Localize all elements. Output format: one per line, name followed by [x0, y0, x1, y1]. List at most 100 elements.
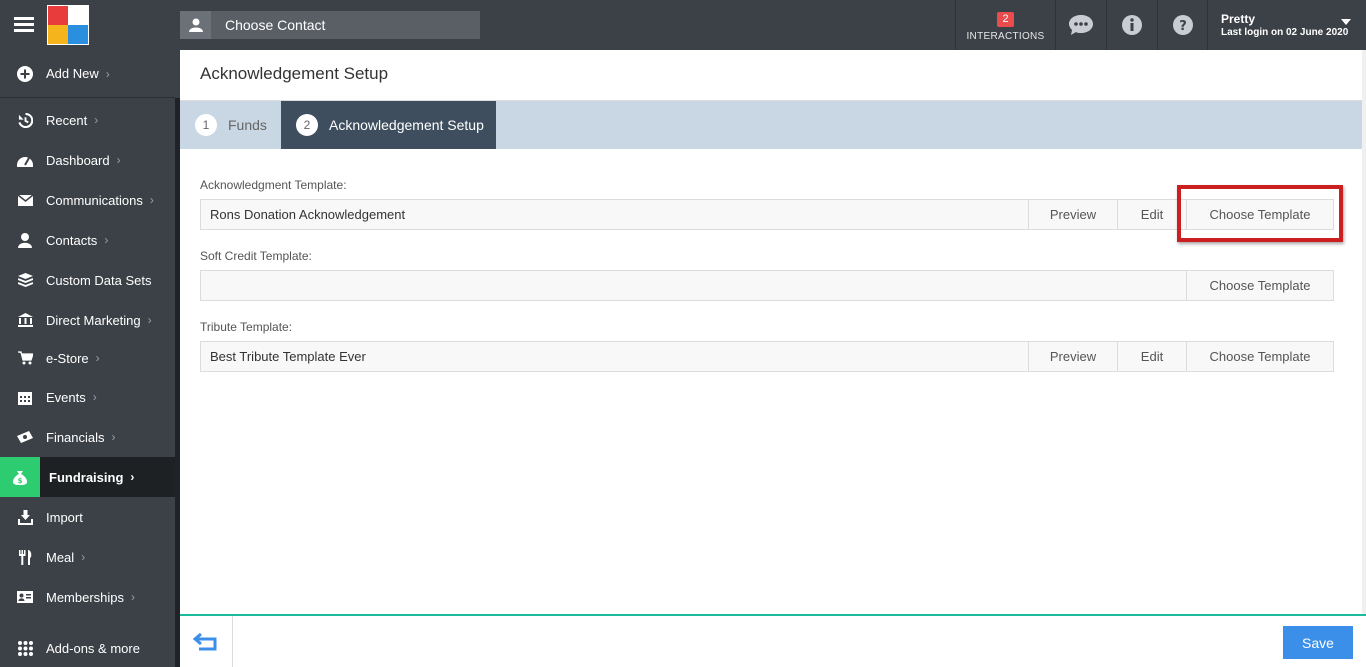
svg-text:?: ?	[1179, 19, 1187, 34]
tribute-template-field: Best Tribute Template Ever Preview Edit …	[200, 341, 1334, 372]
edit-button[interactable]: Edit	[1117, 342, 1186, 371]
user-name: Pretty	[1221, 12, 1256, 26]
sidebar-item-label: e-Store	[46, 350, 89, 366]
acknowledgment-template-label: Acknowledgment Template:	[200, 178, 347, 192]
chevron-right-icon: ›	[149, 193, 154, 207]
chevron-right-icon: ›	[105, 66, 110, 81]
chevron-right-icon: ›	[131, 590, 136, 604]
choose-contact-search[interactable]: Choose Contact	[180, 11, 480, 39]
user-menu[interactable]: Pretty Last login on 02 June 2020	[1207, 0, 1366, 50]
svg-text:$: $	[18, 477, 23, 485]
sidebar-item-label: Events	[46, 389, 86, 405]
soft-credit-template-label: Soft Credit Template:	[200, 249, 312, 263]
wizard-tabs: 1 Funds 2 Acknowledgement Setup	[180, 101, 1366, 149]
hamburger-menu-icon[interactable]	[14, 17, 34, 33]
app-logo[interactable]	[47, 5, 89, 45]
main-scrollbar[interactable]	[1362, 50, 1366, 614]
choose-template-button[interactable]: Choose Template	[1186, 200, 1333, 229]
money-icon	[17, 429, 33, 445]
acknowledgment-template-value[interactable]: Rons Donation Acknowledgement	[201, 200, 1028, 229]
help-button[interactable]: ?	[1157, 0, 1207, 50]
interactions-count-badge: 2	[997, 12, 1014, 27]
sidebar-item-label: Add-ons & more	[46, 640, 140, 656]
sidebar-item-meal[interactable]: Meal ›	[0, 537, 175, 577]
save-button[interactable]: Save	[1283, 626, 1353, 659]
tribute-template-label: Tribute Template:	[200, 320, 293, 334]
chevron-right-icon: ›	[147, 313, 152, 327]
tab-acknowledgement-setup[interactable]: 2 Acknowledgement Setup	[281, 101, 496, 149]
sidebar-item-communications[interactable]: Communications ›	[0, 180, 175, 220]
sidebar-item-fundraising[interactable]: $ Fundraising ›	[0, 457, 175, 497]
chevron-right-icon: ›	[111, 430, 116, 444]
tab-step-number: 1	[195, 114, 217, 136]
bank-icon	[17, 312, 33, 328]
chevron-right-icon: ›	[95, 351, 100, 365]
edit-button[interactable]: Edit	[1117, 200, 1186, 229]
sidebar-scrollbar[interactable]	[175, 98, 180, 667]
sidebar-item-label: Dashboard	[46, 152, 110, 168]
sidebar-item-events[interactable]: Events ›	[0, 377, 175, 417]
soft-credit-template-value[interactable]	[201, 271, 1186, 300]
money-bag-icon: $	[0, 457, 40, 497]
acknowledgment-template-field: Rons Donation Acknowledgement Preview Ed…	[200, 199, 1334, 230]
sidebar-add-new-label: Add New	[46, 66, 99, 81]
sidebar-item-financials[interactable]: Financials ›	[0, 417, 175, 457]
cutlery-icon	[17, 549, 33, 565]
back-button[interactable]	[180, 616, 233, 667]
tab-funds[interactable]: 1 Funds	[195, 101, 267, 149]
user-icon	[180, 11, 211, 39]
sidebar-item-contacts[interactable]: Contacts ›	[0, 220, 175, 260]
sidebar: Add New › Recent › Dashboard › Communicatio…	[0, 50, 180, 667]
envelope-icon	[17, 192, 33, 208]
sidebar-item-direct-marketing[interactable]: Direct Marketing ›	[0, 300, 175, 340]
cart-icon	[17, 350, 33, 366]
user-icon	[17, 232, 33, 248]
preview-button[interactable]: Preview	[1028, 200, 1117, 229]
sidebar-item-memberships[interactable]: Memberships ›	[0, 577, 175, 617]
soft-credit-template-field: Choose Template	[200, 270, 1334, 301]
sidebar-item-e-store[interactable]: e-Store ›	[0, 338, 175, 378]
chevron-right-icon: ›	[81, 550, 86, 564]
id-card-icon	[17, 589, 33, 605]
sidebar-item-label: Import	[46, 509, 83, 525]
chevron-right-icon: ›	[104, 233, 109, 247]
sidebar-item-recent[interactable]: Recent ›	[0, 100, 175, 140]
info-button[interactable]	[1106, 0, 1157, 50]
sidebar-item-dashboard[interactable]: Dashboard ›	[0, 140, 175, 180]
tab-step-number: 2	[296, 114, 318, 136]
history-icon	[17, 112, 33, 128]
chevron-right-icon: ›	[94, 113, 99, 127]
footer-bar: Save	[180, 616, 1366, 667]
sidebar-item-label: Financials	[46, 429, 105, 445]
sidebar-item-label: Fundraising	[49, 469, 124, 485]
choose-template-button[interactable]: Choose Template	[1186, 342, 1333, 371]
sidebar-item-import[interactable]: Import	[0, 497, 175, 537]
tribute-template-value[interactable]: Best Tribute Template Ever	[201, 342, 1028, 371]
interactions-button[interactable]: 2 INTERACTIONS	[955, 0, 1055, 50]
sidebar-item-custom-data-sets[interactable]: Custom Data Sets	[0, 260, 175, 300]
sidebar-item-add-ons[interactable]: Add-ons & more	[0, 628, 175, 667]
sidebar-item-label: Contacts	[46, 232, 98, 248]
sidebar-item-label: Custom Data Sets	[46, 272, 152, 288]
interactions-label: INTERACTIONS	[966, 31, 1045, 42]
grid-icon	[17, 640, 33, 656]
chevron-right-icon: ›	[130, 470, 135, 484]
sidebar-item-label: Meal	[46, 549, 75, 565]
preview-button[interactable]: Preview	[1028, 342, 1117, 371]
sidebar-item-label: Direct Marketing	[46, 312, 141, 328]
calendar-icon	[17, 389, 33, 405]
chat-button[interactable]	[1055, 0, 1106, 50]
help-icon: ?	[1172, 15, 1193, 35]
sidebar-item-label: Recent	[46, 112, 88, 128]
tab-label: Funds	[228, 117, 267, 133]
tab-label: Acknowledgement Setup	[329, 117, 484, 133]
chevron-right-icon: ›	[116, 153, 121, 167]
chevron-right-icon: ›	[92, 390, 97, 404]
sidebar-item-label: Memberships	[46, 589, 125, 605]
choose-template-button[interactable]: Choose Template	[1186, 271, 1333, 300]
page-title: Acknowledgement Setup	[200, 64, 389, 83]
sidebar-add-new[interactable]: Add New ›	[0, 50, 175, 98]
caret-down-icon	[1341, 19, 1351, 25]
last-login-text: Last login on 02 June 2020	[1221, 27, 1349, 38]
choose-contact-label: Choose Contact	[225, 17, 326, 33]
